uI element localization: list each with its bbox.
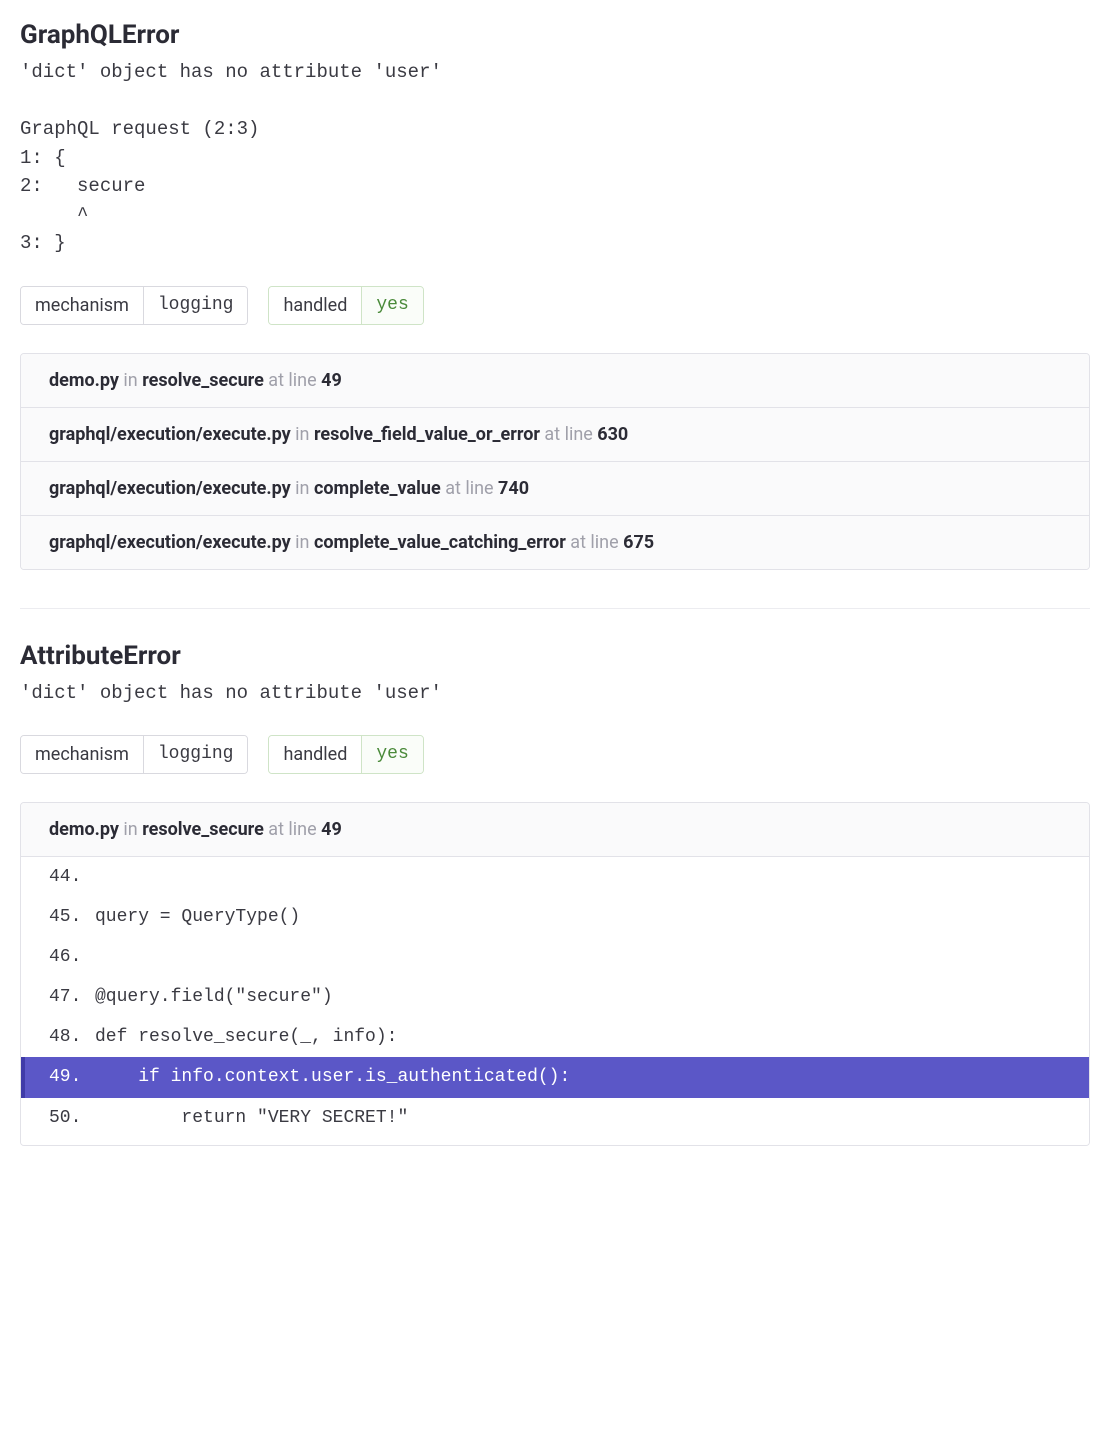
frame-in: in bbox=[295, 424, 309, 445]
tag-value: yes bbox=[362, 736, 422, 773]
stack-frame[interactable]: demo.py in resolve_secure at line 49 bbox=[21, 803, 1089, 857]
frame-function: complete_value bbox=[314, 478, 441, 499]
error-title: GraphQLError bbox=[20, 20, 1090, 50]
frame-file: demo.py bbox=[49, 370, 119, 391]
separator bbox=[20, 608, 1090, 609]
code-line: 45. query = QueryType() bbox=[21, 897, 1089, 937]
line-number: 45. bbox=[49, 904, 95, 930]
code-line-highlighted: 49. if info.context.user.is_authenticate… bbox=[21, 1057, 1089, 1097]
tag-key: mechanism bbox=[21, 287, 144, 324]
line-number: 48. bbox=[49, 1024, 95, 1050]
line-number: 49. bbox=[49, 1064, 95, 1090]
error-message: 'dict' object has no attribute 'user' Gr… bbox=[20, 58, 1090, 258]
stack-frames: demo.py in resolve_secure at line 49 gra… bbox=[20, 353, 1090, 570]
code-line: 46. bbox=[21, 937, 1089, 977]
error-message: 'dict' object has no attribute 'user' bbox=[20, 679, 1090, 708]
frame-in: in bbox=[123, 370, 137, 391]
tag-key: handled bbox=[269, 287, 362, 324]
tag-handled[interactable]: handled yes bbox=[268, 286, 423, 325]
code-line: 44. bbox=[21, 857, 1089, 897]
stack-frame[interactable]: graphql/execution/execute.py in complete… bbox=[21, 516, 1089, 569]
tag-value: logging bbox=[144, 736, 248, 773]
frame-in: in bbox=[295, 478, 309, 499]
frame-in: in bbox=[123, 819, 137, 840]
tag-handled[interactable]: handled yes bbox=[268, 735, 423, 774]
frame-file: graphql/execution/execute.py bbox=[49, 532, 291, 553]
code-line: 48. def resolve_secure(_, info): bbox=[21, 1017, 1089, 1057]
tag-key: mechanism bbox=[21, 736, 144, 773]
tag-value: yes bbox=[362, 287, 422, 324]
line-number: 50. bbox=[49, 1105, 95, 1131]
code-line: 51. bbox=[21, 1138, 1089, 1146]
frame-at-line: at line bbox=[445, 478, 493, 499]
stack-frame[interactable]: graphql/execution/execute.py in complete… bbox=[21, 462, 1089, 516]
code-listing: 44. 45. query = QueryType() 46. 47. @que… bbox=[21, 857, 1089, 1146]
line-number: 46. bbox=[49, 944, 95, 970]
line-number: 47. bbox=[49, 984, 95, 1010]
frame-in: in bbox=[295, 532, 309, 553]
line-source: return "VERY SECRET!" bbox=[95, 1105, 408, 1131]
frame-function: complete_value_catching_error bbox=[314, 532, 566, 553]
frame-file: graphql/execution/execute.py bbox=[49, 478, 291, 499]
error-title: AttributeError bbox=[20, 641, 1090, 671]
tag-mechanism[interactable]: mechanism logging bbox=[20, 286, 248, 325]
frame-line-number: 630 bbox=[597, 424, 628, 445]
stack-frame[interactable]: demo.py in resolve_secure at line 49 bbox=[21, 354, 1089, 408]
tag-key: handled bbox=[269, 736, 362, 773]
code-frame: demo.py in resolve_secure at line 49 44.… bbox=[20, 802, 1090, 1146]
tag-mechanism[interactable]: mechanism logging bbox=[20, 735, 248, 774]
code-line: 50. return "VERY SECRET!" bbox=[21, 1098, 1089, 1138]
stack-frame[interactable]: graphql/execution/execute.py in resolve_… bbox=[21, 408, 1089, 462]
line-source: if info.context.user.is_authenticated(): bbox=[95, 1064, 570, 1090]
frame-function: resolve_secure bbox=[142, 819, 264, 840]
line-number: 51. bbox=[49, 1145, 95, 1146]
frame-at-line: at line bbox=[268, 819, 316, 840]
code-line: 47. @query.field("secure") bbox=[21, 977, 1089, 1017]
line-number: 44. bbox=[49, 864, 95, 890]
frame-at-line: at line bbox=[570, 532, 618, 553]
frame-function: resolve_secure bbox=[142, 370, 264, 391]
frame-file: demo.py bbox=[49, 819, 119, 840]
frame-at-line: at line bbox=[544, 424, 592, 445]
tag-value: logging bbox=[144, 287, 248, 324]
frame-line-number: 675 bbox=[623, 532, 654, 553]
tag-row: mechanism logging handled yes bbox=[20, 286, 1090, 325]
frame-line-number: 49 bbox=[321, 370, 342, 391]
frame-line-number: 49 bbox=[321, 819, 342, 840]
line-source: query = QueryType() bbox=[95, 904, 300, 930]
line-source: @query.field("secure") bbox=[95, 984, 333, 1010]
line-source: def resolve_secure(_, info): bbox=[95, 1024, 397, 1050]
frame-function: resolve_field_value_or_error bbox=[314, 424, 540, 445]
frame-file: graphql/execution/execute.py bbox=[49, 424, 291, 445]
tag-row: mechanism logging handled yes bbox=[20, 735, 1090, 774]
frame-at-line: at line bbox=[268, 370, 316, 391]
frame-line-number: 740 bbox=[498, 478, 529, 499]
